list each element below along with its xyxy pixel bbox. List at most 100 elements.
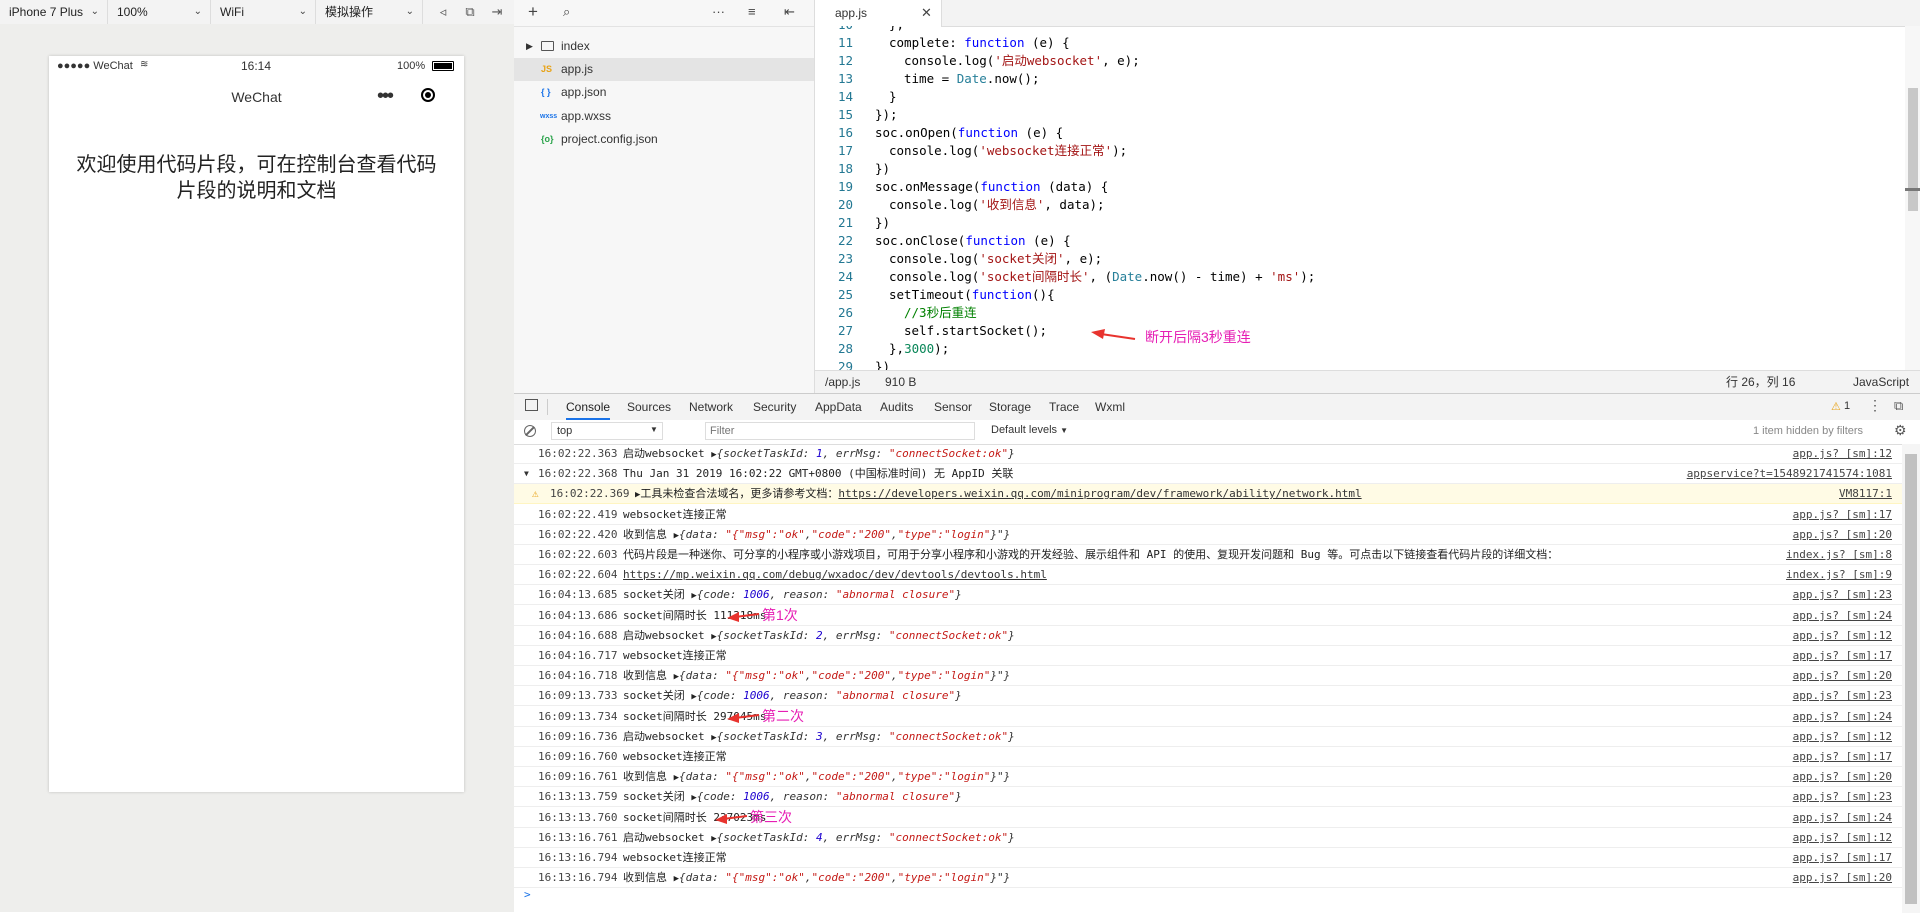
- clear-console-icon[interactable]: [524, 425, 536, 437]
- console-row[interactable]: 16:13:16.761 启动websocket ▶{socketTaskId: …: [514, 828, 1902, 848]
- console-row[interactable]: 16:04:16.718 收到信息 ▶{data: "{"msg":"ok","c…: [514, 666, 1902, 686]
- operation-select[interactable]: 模拟操作 ⌄: [316, 0, 423, 24]
- more-options-icon[interactable]: ···: [712, 4, 725, 19]
- status-cursor-position[interactable]: 行 26，列 16: [1726, 371, 1795, 393]
- log-source-link[interactable]: app.js? [sm]:23: [1793, 585, 1892, 605]
- log-source-link[interactable]: app.js? [sm]:12: [1793, 626, 1892, 646]
- console-row[interactable]: 16:02:22.419 websocket连接正常 app.js? [sm]:17: [514, 505, 1902, 525]
- log-source-link[interactable]: app.js? [sm]:23: [1793, 686, 1892, 706]
- console-row[interactable]: 16:04:16.717 websocket连接正常 app.js? [sm]:17: [514, 646, 1902, 666]
- add-file-icon[interactable]: +: [528, 2, 538, 22]
- zoom-select[interactable]: 100% ⌄: [108, 0, 211, 24]
- log-object[interactable]: {data: "{"msg":"ok","code":"200","type":…: [679, 770, 1010, 783]
- log-source-link[interactable]: app.js? [sm]:23: [1793, 787, 1892, 807]
- rotate-icon[interactable]: ⇥: [486, 0, 508, 24]
- console-row[interactable]: 16:02:22.420 收到信息 ▶{data: "{"msg":"ok","c…: [514, 525, 1902, 545]
- settings-gear-icon[interactable]: ⚙: [1894, 422, 1907, 439]
- tab-wxml[interactable]: Wxml: [1095, 394, 1125, 420]
- tab-sensor[interactable]: Sensor: [934, 394, 972, 420]
- tab-appdata[interactable]: AppData: [815, 394, 862, 420]
- log-source-link[interactable]: app.js? [sm]:17: [1793, 646, 1892, 666]
- volume-icon[interactable]: ◃: [432, 0, 454, 24]
- more-icon[interactable]: •••: [377, 85, 394, 108]
- hide-panel-icon[interactable]: ⇤: [784, 4, 795, 20]
- console-row[interactable]: 16:13:16.794 websocket连接正常 app.js? [sm]:17: [514, 848, 1902, 868]
- log-source-link[interactable]: app.js? [sm]:17: [1793, 747, 1892, 767]
- log-link[interactable]: https://mp.weixin.qq.com/debug/wxadoc/de…: [623, 568, 1047, 581]
- log-source-link[interactable]: index.js? [sm]:9: [1786, 565, 1892, 585]
- tab-sources[interactable]: Sources: [627, 394, 671, 420]
- console-row[interactable]: ▼ 16:02:22.368 Thu Jan 31 2019 16:02:22 GM…: [514, 464, 1902, 484]
- tab-network[interactable]: Network: [689, 394, 733, 420]
- log-object[interactable]: {socketTaskId: 4, errMsg: "connectSocket…: [717, 831, 1015, 844]
- log-object[interactable]: {socketTaskId: 3, errMsg: "connectSocket…: [717, 730, 1015, 743]
- editor-scrollbar[interactable]: [1905, 26, 1920, 370]
- log-source-link[interactable]: app.js? [sm]:12: [1793, 828, 1892, 848]
- log-source-link[interactable]: VM8117:1: [1839, 484, 1892, 504]
- caret-down-icon[interactable]: ▼: [524, 464, 529, 484]
- status-language[interactable]: JavaScript: [1853, 371, 1909, 393]
- log-object[interactable]: {data: "{"msg":"ok","code":"200","type":…: [679, 669, 1010, 682]
- console-row[interactable]: 16:09:16.736 启动websocket ▶{socketTaskId: …: [514, 727, 1902, 747]
- tab-storage[interactable]: Storage: [989, 394, 1031, 420]
- folder-index[interactable]: ▶ index: [514, 35, 814, 58]
- log-source-link[interactable]: app.js? [sm]:20: [1793, 666, 1892, 686]
- tab-audits[interactable]: Audits: [880, 394, 913, 420]
- search-icon[interactable]: ⌕: [563, 4, 570, 20]
- log-source-link[interactable]: index.js? [sm]:8: [1786, 545, 1892, 565]
- log-source-link[interactable]: app.js? [sm]:20: [1793, 868, 1892, 888]
- network-select[interactable]: WiFi ⌄: [211, 0, 316, 24]
- console-row[interactable]: 16:02:22.604 https://mp.weixin.qq.com/deb…: [514, 565, 1902, 585]
- log-source-link[interactable]: app.js? [sm]:12: [1793, 444, 1892, 464]
- console-row[interactable]: 16:09:13.734 socket间隔时长 297045ms 第二次 app.js…: [514, 707, 1902, 727]
- log-source-link[interactable]: appservice?t=1548921741574:1081: [1687, 464, 1892, 484]
- console-row[interactable]: 16:04:13.686 socket间隔时长 111318ms 第1次 app.js…: [514, 606, 1902, 626]
- log-object[interactable]: {socketTaskId: 1, errMsg: "connectSocket…: [717, 447, 1015, 460]
- device-select[interactable]: iPhone 7 Plus ⌄: [0, 0, 108, 24]
- log-source-link[interactable]: app.js? [sm]:24: [1793, 808, 1892, 828]
- file-app-js[interactable]: JS app.js: [514, 58, 814, 81]
- warning-icon[interactable]: ⚠: [1831, 400, 1841, 413]
- tab-security[interactable]: Security: [753, 394, 796, 420]
- console-row[interactable]: 16:02:22.363 启动websocket ▶{socketTaskId: …: [514, 444, 1902, 464]
- console-row[interactable]: 16:09:13.733 socket关闭 ▶{code: 1006, reaso…: [514, 686, 1902, 706]
- console-row[interactable]: ⚠ 16:02:22.369 ▶工具未检查合法域名，更多请参考文档：https://…: [514, 484, 1902, 504]
- context-select[interactable]: top ▼: [551, 422, 663, 440]
- devtools-menu-icon[interactable]: ⋮: [1868, 397, 1882, 414]
- log-object[interactable]: {code: 1006, reason: "abnormal closure"}: [697, 588, 962, 601]
- log-link[interactable]: https://developers.weixin.qq.com/minipro…: [838, 487, 1361, 500]
- file-project-config[interactable]: {o} project.config.json: [514, 128, 814, 151]
- dock-icon[interactable]: ⧉: [1894, 398, 1903, 414]
- console-scrollbar[interactable]: [1902, 444, 1920, 913]
- log-source-link[interactable]: app.js? [sm]:24: [1793, 707, 1892, 727]
- log-object[interactable]: {code: 1006, reason: "abnormal closure"}: [697, 689, 962, 702]
- log-object[interactable]: {socketTaskId: 2, errMsg: "connectSocket…: [717, 629, 1015, 642]
- console-row[interactable]: 16:04:13.685 socket关闭 ▶{code: 1006, reaso…: [514, 585, 1902, 605]
- console-row[interactable]: 16:02:22.603 代码片段是一种迷你、可分享的小程序或小游戏项目，可用于分…: [514, 545, 1902, 565]
- close-icon[interactable]: ✕: [921, 5, 932, 21]
- close-capsule-icon[interactable]: [421, 88, 435, 102]
- log-source-link[interactable]: app.js? [sm]:20: [1793, 767, 1892, 787]
- inspect-element-icon[interactable]: [525, 399, 538, 411]
- log-source-link[interactable]: app.js? [sm]:24: [1793, 606, 1892, 626]
- log-levels-select[interactable]: Default levels ▼: [991, 424, 1068, 436]
- log-object[interactable]: {data: "{"msg":"ok","code":"200","type":…: [679, 871, 1010, 884]
- collapse-icon[interactable]: ≡: [748, 4, 756, 19]
- log-object[interactable]: {data: "{"msg":"ok","code":"200","type":…: [679, 528, 1010, 541]
- log-source-link[interactable]: app.js? [sm]:12: [1793, 727, 1892, 747]
- file-app-wxss[interactable]: wxss app.wxss: [514, 105, 814, 128]
- detach-window-icon[interactable]: ⧉: [459, 0, 481, 24]
- console-filter-input[interactable]: [705, 422, 975, 440]
- tab-trace[interactable]: Trace: [1049, 394, 1079, 420]
- log-source-link[interactable]: app.js? [sm]:17: [1793, 848, 1892, 868]
- console-row[interactable]: 16:09:16.761 收到信息 ▶{data: "{"msg":"ok","c…: [514, 767, 1902, 787]
- console-row[interactable]: 16:09:16.760 websocket连接正常 app.js? [sm]:17: [514, 747, 1902, 767]
- console-row[interactable]: 16:04:16.688 启动websocket ▶{socketTaskId: …: [514, 626, 1902, 646]
- code-area[interactable]: 10}, 11complete: function (e) { 12consol…: [815, 26, 1905, 370]
- log-source-link[interactable]: app.js? [sm]:20: [1793, 525, 1892, 545]
- file-app-json[interactable]: { } app.json: [514, 81, 814, 104]
- console-row[interactable]: 16:13:16.794 收到信息 ▶{data: "{"msg":"ok","c…: [514, 868, 1902, 888]
- console-row[interactable]: 16:13:13.760 socket间隔时长 237023ms 第三次 app.js…: [514, 808, 1902, 828]
- console-prompt[interactable]: >: [524, 888, 531, 901]
- log-object[interactable]: {code: 1006, reason: "abnormal closure"}: [697, 790, 962, 803]
